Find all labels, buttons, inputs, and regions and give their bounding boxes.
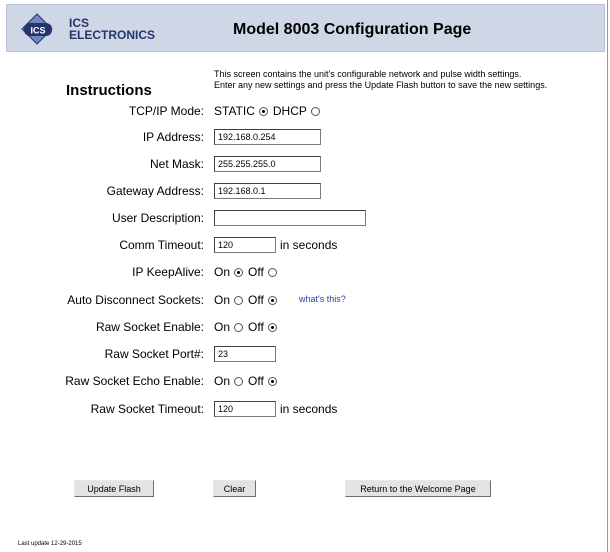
logo-line-2: ELECTRONICS (69, 28, 156, 42)
instructions-line-1: This screen contains the unit's configur… (214, 69, 522, 79)
comm-timeout-unit: in seconds (280, 238, 338, 252)
keepalive-on-label: On (214, 265, 231, 279)
dhcp-radio[interactable] (310, 106, 320, 116)
dhcp-label: DHCP (272, 104, 307, 118)
raw-socket-port-label: Raw Socket Port#: (104, 347, 204, 361)
clear-button[interactable]: Clear (213, 480, 256, 497)
raw-socket-off-radio[interactable] (267, 322, 277, 332)
update-flash-button[interactable]: Update Flash (74, 480, 154, 497)
auto-disconnect-off-radio[interactable] (267, 295, 277, 305)
auto-disconnect-on-label: On (214, 293, 231, 307)
raw-socket-on-radio[interactable] (234, 322, 244, 332)
comm-timeout-label: Comm Timeout: (119, 238, 204, 252)
raw-socket-enable-label: Raw Socket Enable: (95, 320, 204, 334)
return-welcome-button[interactable]: Return to the Welcome Page (345, 480, 491, 497)
ip-keepalive-label: IP KeepAlive: (132, 265, 204, 279)
raw-socket-enable-group: On Off (214, 320, 282, 334)
echo-on-label: On (214, 374, 231, 388)
raw-socket-timeout-input[interactable]: 120 (214, 401, 276, 417)
raw-socket-off-label: Off (248, 320, 264, 334)
auto-disconnect-off-label: Off (248, 293, 264, 307)
last-update-footer: Last update 12-29-2015 (18, 541, 82, 547)
tcpip-mode-group: STATIC DHCP (214, 104, 325, 118)
raw-socket-port-input[interactable]: 23 (214, 346, 276, 362)
whats-this-link[interactable]: what's this? (299, 294, 346, 304)
tcpip-mode-label: TCP/IP Mode: (128, 104, 204, 118)
auto-disconnect-on-radio[interactable] (234, 295, 244, 305)
raw-socket-echo-label: Raw Socket Echo Enable: (65, 374, 204, 388)
raw-socket-on-label: On (214, 320, 231, 334)
raw-socket-timeout-unit: in seconds (280, 402, 338, 416)
page-header: ICS ICS ELECTRONICS Model 8003 Configura… (6, 4, 605, 52)
ip-address-label: IP Address: (142, 130, 204, 144)
gateway-input[interactable]: 192.168.0.1 (214, 183, 321, 199)
net-mask-label: Net Mask: (149, 157, 204, 171)
instructions-heading: Instructions (66, 82, 152, 99)
keepalive-on-radio[interactable] (234, 267, 244, 277)
auto-disconnect-group: On Off (214, 293, 282, 307)
gateway-label: Gateway Address: (106, 184, 204, 198)
raw-socket-echo-group: On Off (214, 374, 282, 388)
comm-timeout-input[interactable]: 120 (214, 237, 276, 253)
auto-disconnect-label: Auto Disconnect Sockets: (67, 293, 204, 307)
net-mask-input[interactable]: 255.255.255.0 (214, 156, 321, 172)
raw-socket-timeout-label: Raw Socket Timeout: (90, 402, 204, 416)
echo-off-radio[interactable] (267, 376, 277, 386)
keepalive-off-radio[interactable] (267, 267, 277, 277)
logo-badge-text: ICS (30, 26, 45, 36)
instructions-text: This screen contains the unit's configur… (214, 69, 604, 91)
keepalive-off-label: Off (248, 265, 264, 279)
page-title: Model 8003 Configuration Page (233, 21, 472, 38)
user-description-input[interactable] (214, 210, 366, 226)
ip-keepalive-group: On Off (214, 265, 282, 279)
static-label: STATIC (214, 104, 255, 118)
static-radio[interactable] (258, 106, 268, 116)
ics-logo: ICS ICS ELECTRONICS (21, 13, 155, 47)
instructions-line-2: Enter any new settings and press the Upd… (214, 80, 548, 90)
ip-address-input[interactable]: 192.168.0.254 (214, 129, 321, 145)
logo-diamond-icon: ICS (21, 13, 53, 45)
user-description-label: User Description: (111, 211, 204, 225)
echo-off-label: Off (248, 374, 264, 388)
echo-on-radio[interactable] (234, 376, 244, 386)
logo-wordmark: ICS ELECTRONICS (69, 17, 155, 41)
